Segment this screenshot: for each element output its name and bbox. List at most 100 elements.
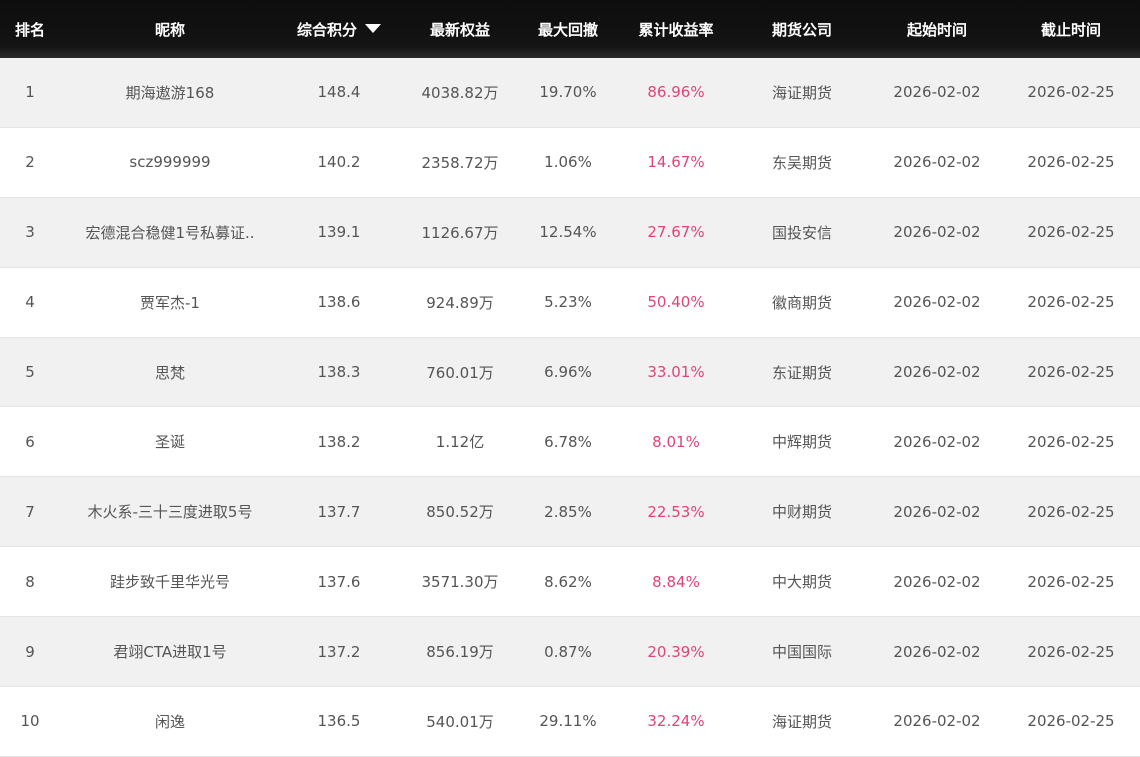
cell-name[interactable]: 期海遨游168 [60,82,274,103]
cell-drawdown: 1.06% [544,153,592,172]
cell-return: 32.24% [647,712,705,731]
cell-name[interactable]: 跬步致千里华光号 [60,571,274,592]
header-rank[interactable]: 排名 [0,19,60,40]
cell-drawdown: 6.96% [544,363,592,381]
cell-name[interactable]: 思梵 [60,362,274,383]
cell-name[interactable]: 宏德混合稳健1号私募证.. [60,222,274,243]
cell-score: 137.6 [317,572,361,591]
cell-end: 2026-02-25 [1027,502,1115,521]
cell-drawdown: 5.23% [544,293,592,312]
cell-rank: 7 [25,502,35,521]
cell-return: 20.39% [647,642,705,661]
ranking-table: 排名 昵称 综合积分 最新权益 最大回撤 累计收益率 期货公司 起始时间 截止时… [0,0,1140,757]
cell-end: 2026-02-25 [1027,572,1115,591]
cell-drawdown: 8.62% [544,572,592,591]
cell-return: 8.84% [652,572,700,591]
header-drawdown[interactable]: 最大回撤 [516,19,620,40]
table-body: 1 期海遨游168 148.4 4038.82万 19.70% 86.96% 海证期货 202… [0,58,1140,757]
cell-return: 22.53% [647,502,705,521]
cell-drawdown: 12.54% [539,223,597,242]
table-row[interactable]: 6 圣诞 138.2 1.12亿 6.78% 8.01% 中辉期货 2026-02-02 202… [0,407,1140,478]
cell-name[interactable]: scz999999 [60,153,274,171]
table-row[interactable]: 2 scz999999 140.2 2358.72万 1.06% 14.67% 东吴期货 20… [0,127,1140,198]
cell-score: 138.2 [317,432,361,451]
cell-return: 14.67% [647,153,705,172]
cell-equity: 1.12亿 [435,433,485,452]
cell-start: 2026-02-02 [893,363,981,381]
cell-start: 2026-02-02 [893,432,981,451]
cell-return: 27.67% [647,223,705,242]
cell-start: 2026-02-02 [893,293,981,312]
cell-broker: 海证期货 [771,712,832,731]
cell-start: 2026-02-02 [893,502,981,521]
cell-score: 136.5 [317,712,361,731]
table-row[interactable]: 9 君翊CTA进取1号 137.2 856.19万 0.87% 20.39% 中国国际 202… [0,617,1140,688]
cell-end: 2026-02-25 [1027,712,1115,731]
header-equity[interactable]: 最新权益 [404,19,516,40]
cell-name[interactable]: 君翊CTA进取1号 [60,641,274,662]
cell-name[interactable]: 圣诞 [60,431,274,452]
cell-equity: 850.52万 [426,503,494,522]
cell-equity: 856.19万 [426,643,494,662]
cell-equity: 1126.67万 [421,223,499,242]
cell-start: 2026-02-02 [893,83,981,102]
cell-rank: 6 [25,432,35,451]
cell-score: 140.2 [317,153,361,172]
header-name[interactable]: 昵称 [60,19,274,40]
cell-return: 8.01% [652,432,700,451]
cell-end: 2026-02-25 [1027,642,1115,661]
cell-start: 2026-02-02 [893,642,981,661]
table-row[interactable]: 7 木火系-三十三度进取5号 137.7 850.52万 2.85% 22.53% 中财期货… [0,477,1140,548]
cell-broker: 徽商期货 [771,293,832,312]
cell-broker: 中大期货 [771,573,832,592]
cell-return: 86.96% [647,83,705,102]
header-broker[interactable]: 期货公司 [732,19,872,40]
caret-down-icon[interactable] [365,23,381,33]
cell-broker: 东吴期货 [771,153,832,172]
header-score[interactable]: 综合积分 [274,19,404,40]
cell-end: 2026-02-25 [1027,223,1115,242]
header-score-label: 综合积分 [296,20,357,39]
table-row[interactable]: 10 闲逸 136.5 540.01万 29.11% 32.24% 海证期货 2026-02-… [0,687,1140,757]
cell-name[interactable]: 贾军杰-1 [60,292,274,313]
cell-name[interactable]: 木火系-三十三度进取5号 [60,501,274,522]
header-end[interactable]: 截止时间 [1002,19,1140,40]
table-row[interactable]: 8 跬步致千里华光号 137.6 3571.30万 8.62% 8.84% 中大期货 2026… [0,547,1140,618]
cell-name[interactable]: 闲逸 [60,711,274,732]
cell-score: 139.1 [317,223,361,242]
cell-end: 2026-02-25 [1027,293,1115,312]
cell-score: 148.4 [317,83,361,102]
cell-start: 2026-02-02 [893,153,981,172]
cell-equity: 924.89万 [426,293,494,312]
header-return[interactable]: 累计收益率 [620,19,732,40]
cell-rank: 5 [25,363,35,381]
cell-broker: 中财期货 [771,503,832,522]
cell-score: 137.2 [317,642,361,661]
cell-rank: 4 [25,293,35,312]
table-row[interactable]: 4 贾军杰-1 138.6 924.89万 5.23% 50.40% 徽商期货 2026-02… [0,267,1140,338]
cell-rank: 9 [25,642,35,661]
cell-broker: 中国国际 [771,643,832,662]
cell-score: 138.3 [317,363,361,381]
cell-drawdown: 6.78% [544,432,592,451]
cell-broker: 中辉期货 [771,433,832,452]
cell-score: 138.6 [317,293,361,312]
cell-end: 2026-02-25 [1027,432,1115,451]
cell-rank: 8 [25,572,35,591]
cell-end: 2026-02-25 [1027,83,1115,102]
table-row[interactable]: 1 期海遨游168 148.4 4038.82万 19.70% 86.96% 海证期货 202… [0,58,1140,128]
cell-equity: 540.01万 [426,712,494,731]
cell-end: 2026-02-25 [1027,153,1115,172]
cell-end: 2026-02-25 [1027,363,1115,381]
cell-score: 137.7 [317,502,361,521]
cell-drawdown: 19.70% [539,83,597,102]
cell-start: 2026-02-02 [893,223,981,242]
table-row[interactable]: 5 思梵 138.3 760.01万 6.96% 33.01% 东证期货 2026-02-02… [0,337,1140,408]
cell-start: 2026-02-02 [893,572,981,591]
cell-equity: 760.01万 [426,363,494,382]
cell-rank: 2 [25,153,35,172]
header-start[interactable]: 起始时间 [872,19,1002,40]
cell-return: 50.40% [647,293,705,312]
cell-drawdown: 2.85% [544,502,592,521]
table-row[interactable]: 3 宏德混合稳健1号私募证.. 139.1 1126.67万 12.54% 27.67% 国… [0,197,1140,268]
